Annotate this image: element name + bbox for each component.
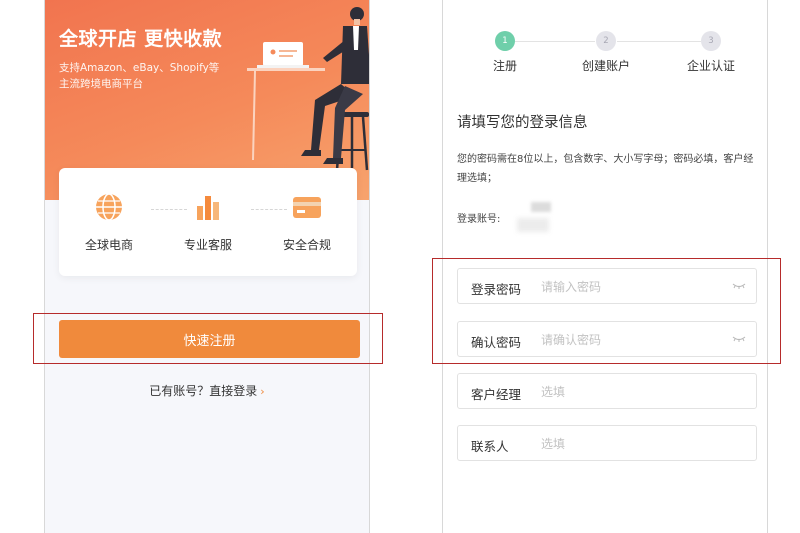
account-label: 登录账号:	[457, 214, 501, 225]
features-card: 全球电商 专业客服 安全合规	[59, 168, 357, 276]
feature-label: 安全合规	[282, 238, 331, 252]
account-value-redacted	[517, 218, 549, 232]
hero-subtitle: 支持Amazon、eBay、Shopify等主流跨境电商平台	[59, 62, 220, 90]
feature-customer-service: 专业客服	[163, 192, 253, 253]
chevron-right-icon: ›	[260, 385, 265, 398]
service-icon	[197, 196, 219, 220]
feature-label: 专业客服	[183, 238, 232, 252]
card-icon	[293, 197, 321, 218]
step-2-label: 创建账户	[581, 59, 630, 73]
account-manager-input[interactable]	[541, 382, 721, 402]
account-manager-field[interactable]: 客户经理	[457, 373, 757, 409]
step-3-label: 企业认证	[686, 59, 735, 73]
globe-icon	[96, 193, 122, 221]
password-rules-text: 您的密码需在8位以上，包含数字、大小写字母；密码必填，客户经理选填；	[457, 154, 754, 184]
contact-input[interactable]	[541, 434, 721, 454]
step-connector	[515, 41, 595, 42]
step-1-label: 注册	[492, 59, 517, 73]
feature-global-ecommerce: 全球电商	[64, 192, 154, 253]
highlight-box-register	[33, 313, 383, 364]
step-3-indicator: 3	[701, 31, 721, 51]
login-link[interactable]: 已有账号？直接登录 ›	[45, 382, 369, 399]
highlight-box-password	[432, 258, 781, 364]
form-title: 请填写您的登录信息	[457, 115, 588, 131]
step-1-indicator: 1	[495, 31, 515, 51]
hero-title: 全球开店 更快收款	[59, 28, 223, 50]
registration-landing-screen: 全球开店 更快收款 支持Amazon、eBay、Shopify等主流跨境电商平台	[44, 0, 370, 533]
account-value-redacted	[531, 202, 551, 212]
login-prompt-text[interactable]: 已有账号？直接登录	[149, 384, 257, 398]
contact-field[interactable]: 联系人	[457, 425, 757, 461]
step-connector	[617, 41, 701, 42]
feature-security-compliance: 安全合规	[262, 192, 352, 253]
feature-label: 全球电商	[84, 238, 133, 252]
account-manager-label: 客户经理	[471, 387, 522, 402]
step-2-indicator: 2	[596, 31, 616, 51]
contact-label: 联系人	[471, 439, 509, 454]
